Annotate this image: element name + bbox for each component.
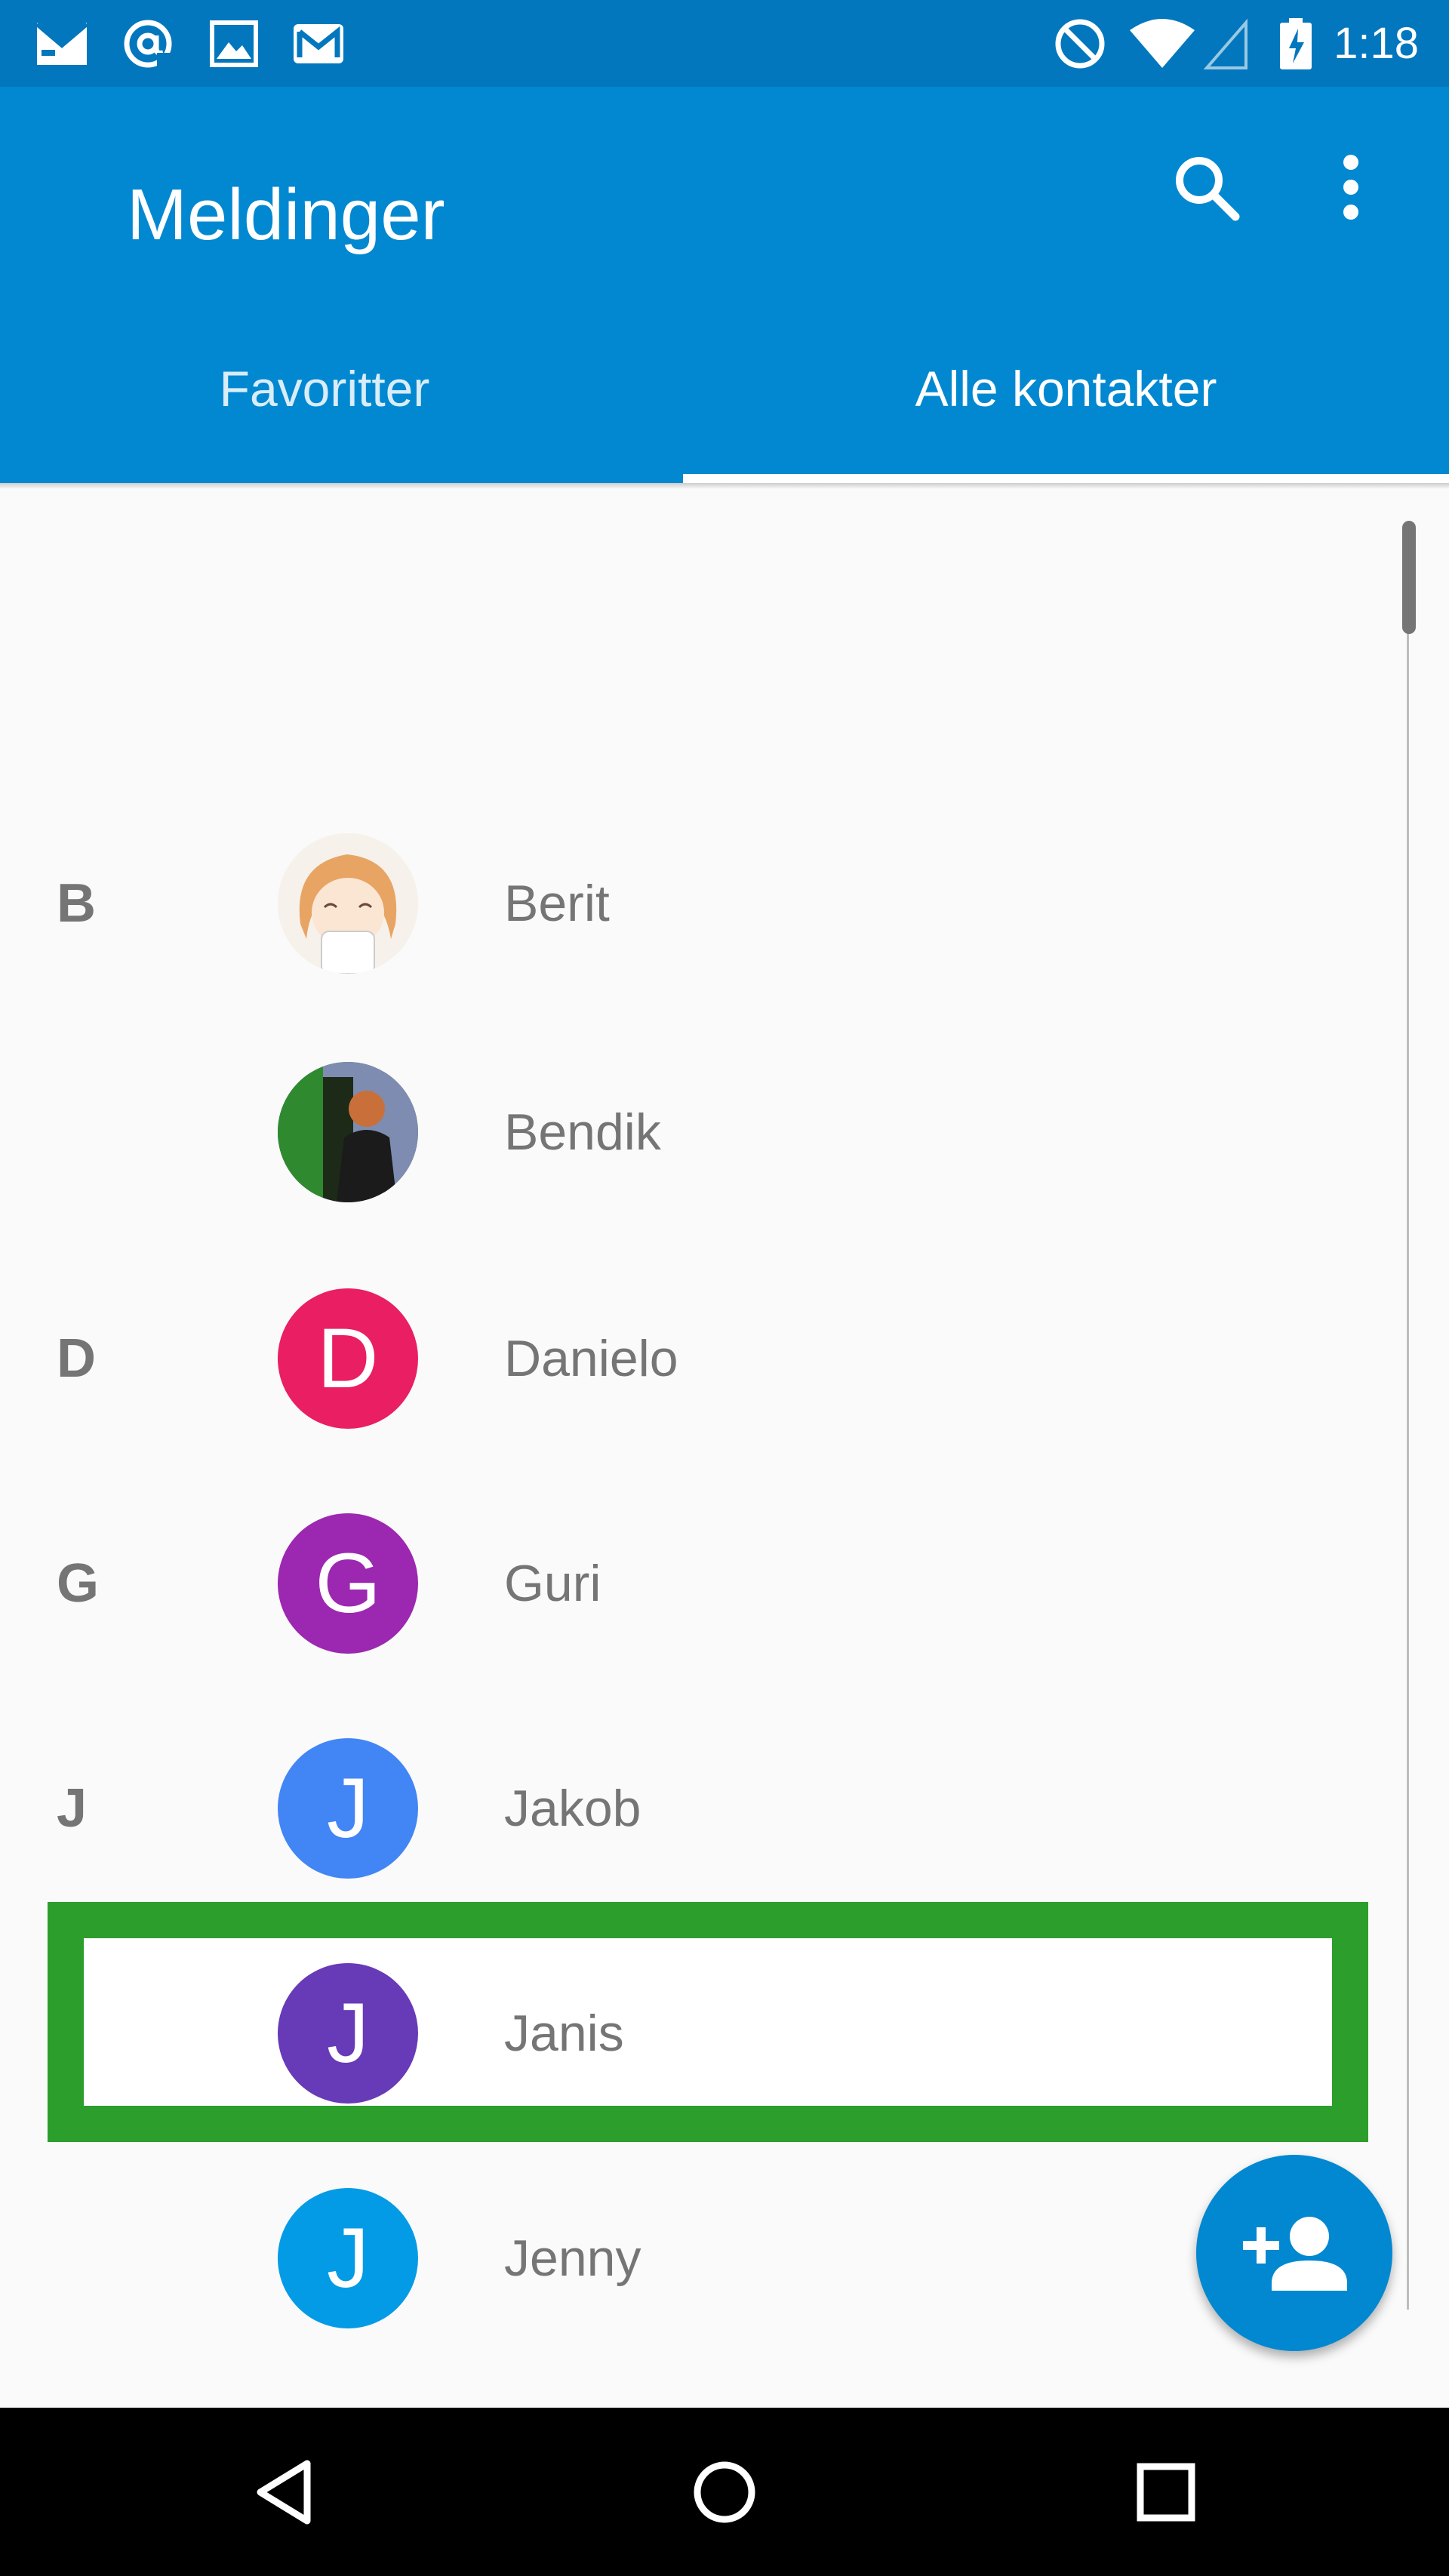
- tab-all-contacts[interactable]: Alle kontakter: [683, 340, 1449, 475]
- navigation-bar: [0, 2408, 1449, 2576]
- recents-icon: [1137, 2463, 1195, 2522]
- contact-row-danielo[interactable]: D D Danielo: [0, 1245, 1389, 1472]
- avatar: [278, 833, 418, 974]
- avatar: [278, 1062, 418, 1202]
- section-letter: J: [57, 1778, 88, 1839]
- home-icon: [694, 2461, 755, 2523]
- contact-name: Jenny: [504, 2230, 641, 2287]
- back-button[interactable]: [238, 2447, 328, 2538]
- gmail-icon: [294, 24, 343, 63]
- more-vert-icon: [1343, 155, 1358, 220]
- search-icon: [1176, 157, 1240, 221]
- section-letter: D: [57, 1328, 96, 1389]
- battery-charging-icon: [1280, 18, 1312, 69]
- back-icon: [257, 2460, 311, 2525]
- contact-row-bendik[interactable]: Bendik: [0, 1019, 1389, 1245]
- home-button[interactable]: [679, 2447, 770, 2538]
- contact-photo: [278, 1062, 418, 1202]
- contact-row-jakob[interactable]: J J Jakob: [0, 1695, 1389, 1922]
- search-button[interactable]: [1166, 147, 1249, 230]
- email-notification-icon: [35, 22, 88, 65]
- at-sign-icon: [124, 20, 175, 71]
- section-letter: B: [57, 873, 96, 934]
- image-icon: [210, 20, 258, 67]
- do-not-disturb-icon: [1055, 19, 1105, 69]
- contact-name: Jakob: [504, 1780, 641, 1837]
- avatar: J: [278, 2188, 418, 2328]
- avatar: J: [278, 1738, 418, 1879]
- add-contact-button[interactable]: [1196, 2155, 1392, 2351]
- contact-name: Bendik: [504, 1103, 661, 1161]
- scrollbar-track[interactable]: [1407, 596, 1409, 2310]
- contact-photo: [278, 833, 418, 974]
- avatar: G: [278, 1513, 418, 1654]
- cellular-signal-icon: [1204, 18, 1247, 69]
- tab-favorites[interactable]: Favoritter: [0, 340, 649, 475]
- scrollbar-thumb[interactable]: [1402, 521, 1416, 634]
- contact-row-berit[interactable]: B Berit: [0, 790, 1389, 1017]
- status-time: 1:18: [1334, 19, 1419, 68]
- contact-name: Berit: [504, 875, 610, 932]
- contact-row-jenny[interactable]: J Jenny: [0, 2145, 1389, 2371]
- tab-indicator: [683, 474, 1449, 483]
- contact-name: Danielo: [504, 1330, 678, 1387]
- contact-name: Guri: [504, 1555, 601, 1612]
- more-options-button[interactable]: [1309, 147, 1392, 230]
- section-letter: G: [57, 1553, 100, 1614]
- contact-row-janis[interactable]: J Janis: [0, 1920, 1389, 2147]
- status-bar: 1:18: [0, 0, 1449, 87]
- contact-row-guri[interactable]: G G Guri: [0, 1470, 1389, 1697]
- page-title: Meldinger: [127, 174, 445, 255]
- wifi-icon: [1130, 19, 1195, 68]
- avatar: J: [278, 1963, 418, 2104]
- recents-button[interactable]: [1121, 2447, 1211, 2538]
- avatar: D: [278, 1288, 418, 1429]
- contact-name: Janis: [504, 2005, 624, 2062]
- add-person-icon: [1243, 2217, 1347, 2291]
